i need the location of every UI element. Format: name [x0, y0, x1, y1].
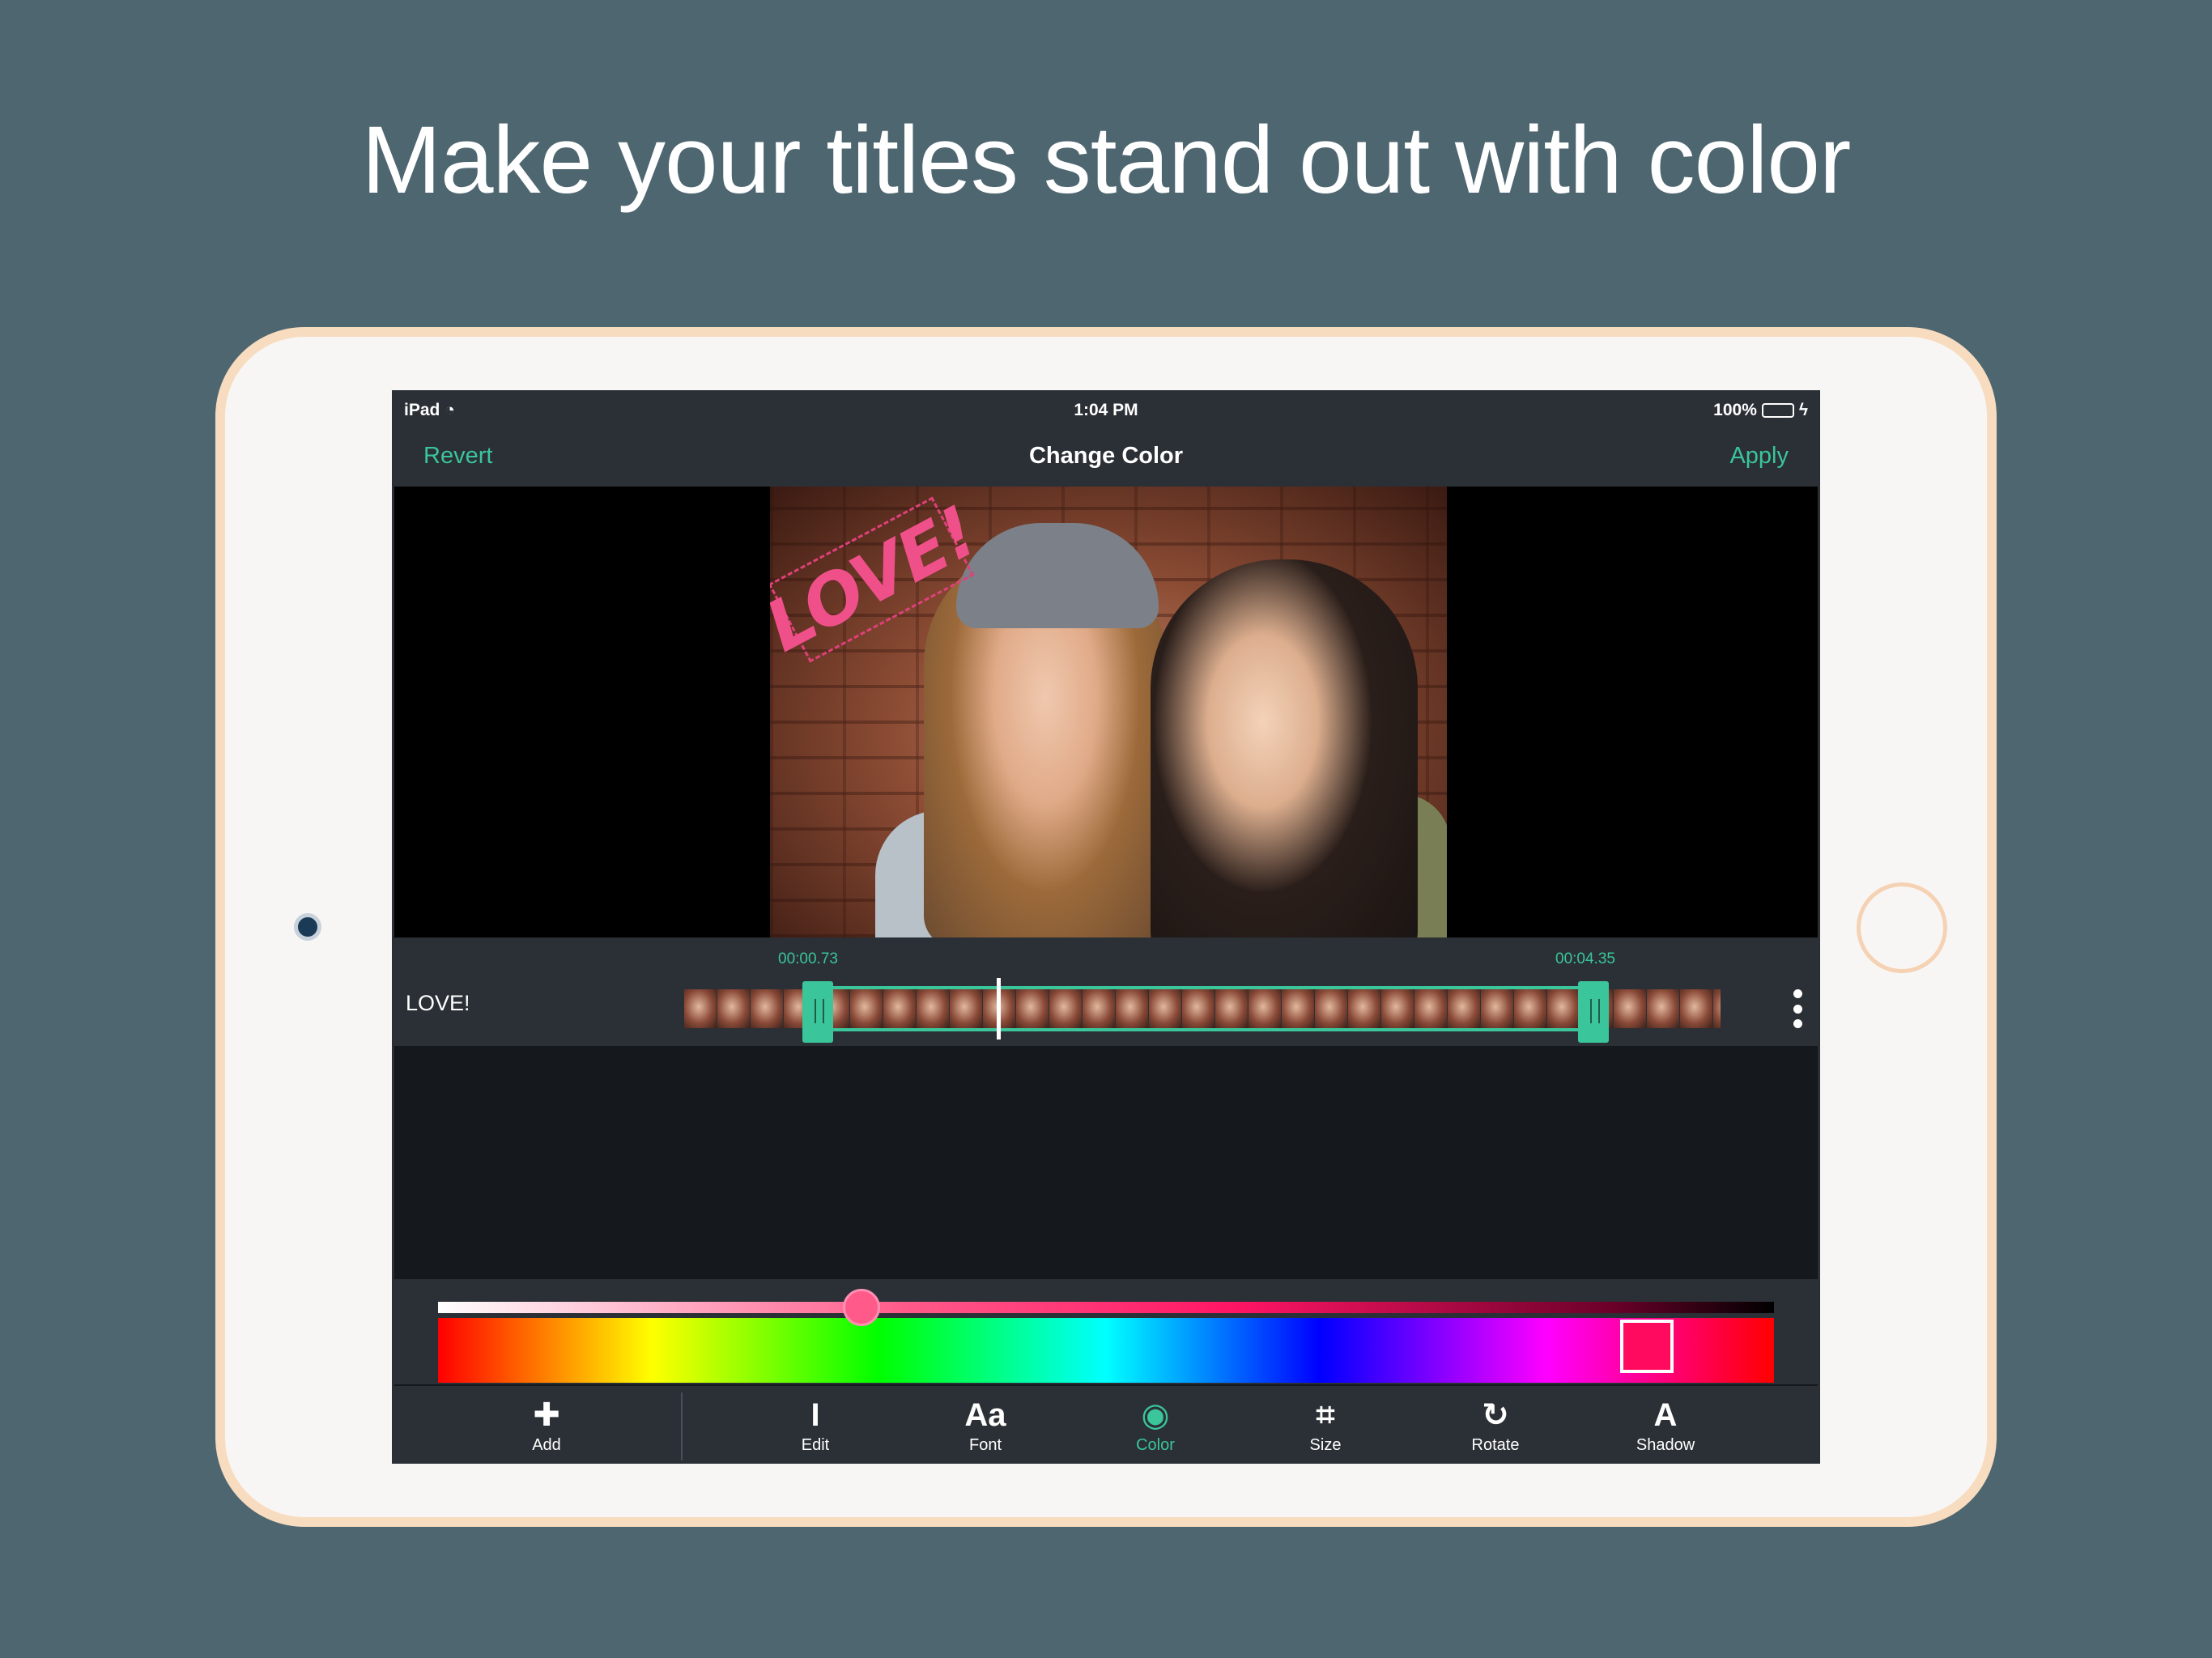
status-bar: iPad ◔ 1:04 PM 100% ϟ — [394, 393, 1818, 427]
tool-font[interactable]: Aa Font — [921, 1394, 1050, 1461]
home-button[interactable] — [1857, 882, 1947, 973]
end-time: 00:04.35 — [1555, 950, 1615, 967]
rotate-icon: ↻ — [1482, 1397, 1509, 1433]
filmstrip-frame — [717, 989, 750, 1028]
headline: Make your titles stand out with color — [361, 107, 1852, 214]
selection-range — [819, 986, 1596, 1031]
tool-edit[interactable]: I Edit — [751, 1394, 880, 1461]
navigation-bar: Revert Change Color Apply — [394, 427, 1818, 487]
track-label: LOVE! — [406, 991, 470, 1015]
charging-icon: ϟ — [1798, 401, 1808, 419]
playhead[interactable] — [997, 978, 1001, 1039]
toolbar-divider — [681, 1392, 683, 1460]
saturation-slider[interactable] — [438, 1302, 1774, 1313]
start-handle[interactable] — [802, 981, 833, 1043]
font-icon: Aa — [964, 1397, 1006, 1433]
color-picker — [394, 1279, 1818, 1384]
preview-photo: LOVE! — [770, 487, 1447, 937]
page-title: Change Color — [1028, 443, 1184, 469]
filmstrip-frame — [751, 989, 783, 1028]
tool-add[interactable]: ✚ Add — [482, 1394, 611, 1461]
filmstrip-frame — [1614, 989, 1646, 1028]
app-screen: iPad ◔ 1:04 PM 100% ϟ Revert Change Colo… — [392, 390, 1820, 1464]
tool-rotate[interactable]: ↻ Rotate — [1431, 1394, 1560, 1461]
status-time: 1:04 PM — [1074, 401, 1138, 419]
plus-icon: ✚ — [533, 1397, 560, 1433]
camera-icon — [294, 913, 321, 941]
filmstrip-frame — [684, 989, 717, 1028]
bottom-toolbar: ✚ Add I Edit Aa Font ◉ Color ⌗ Size ↻ Ro… — [394, 1384, 1818, 1461]
saturation-knob[interactable] — [843, 1289, 880, 1326]
tool-size[interactable]: ⌗ Size — [1261, 1394, 1390, 1461]
palette-icon: ◉ — [1141, 1397, 1170, 1433]
status-battery: 100% ϟ — [1713, 401, 1808, 420]
filmstrip-frame — [1713, 989, 1721, 1028]
battery-percent: 100% — [1713, 401, 1757, 419]
hue-spectrum[interactable] — [438, 1318, 1774, 1383]
hue-selector[interactable] — [1620, 1320, 1674, 1373]
video-preview[interactable]: LOVE! — [394, 487, 1818, 937]
filmstrip-frame — [1680, 989, 1712, 1028]
person-right — [1151, 559, 1418, 937]
tool-shadow[interactable]: A Shadow — [1601, 1394, 1730, 1461]
tool-color[interactable]: ◉ Color — [1091, 1394, 1220, 1461]
end-handle[interactable] — [1578, 981, 1609, 1043]
battery-icon — [1761, 403, 1794, 418]
more-options-icon[interactable] — [1792, 989, 1803, 1028]
timeline: 00:00.73 00:04.35 LOVE! — [394, 937, 1818, 1046]
apply-button[interactable]: Apply — [1729, 443, 1789, 470]
shadow-icon: A — [1653, 1397, 1678, 1433]
start-time: 00:00.73 — [778, 950, 838, 967]
text-cursor-icon: I — [810, 1397, 820, 1433]
filmstrip-frame — [1647, 989, 1679, 1028]
crop-icon: ⌗ — [1316, 1397, 1335, 1433]
